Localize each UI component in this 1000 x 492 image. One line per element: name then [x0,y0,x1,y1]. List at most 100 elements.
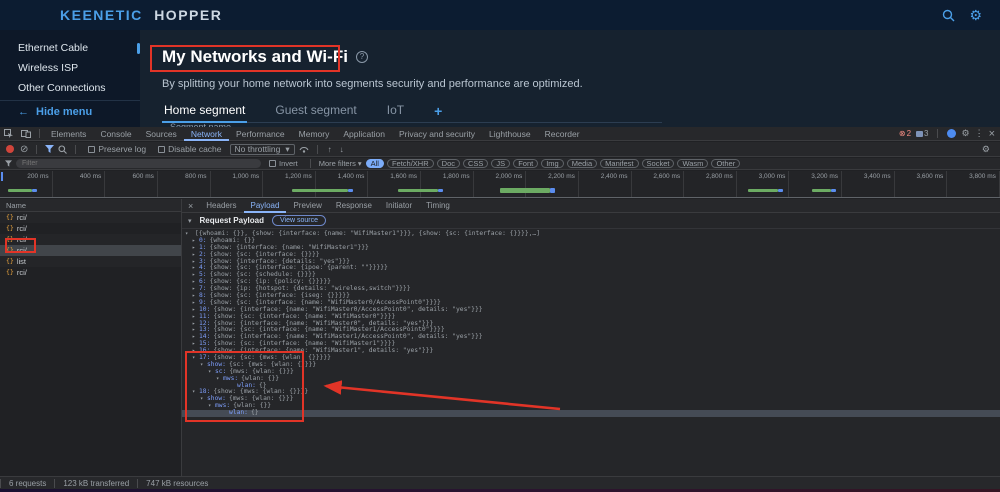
network-search-icon[interactable] [58,145,67,154]
device-toolbar-icon[interactable] [21,129,31,138]
close-detail-icon[interactable]: × [182,201,199,211]
payload-line[interactable]: ▾mws:{wlan: {}} [182,376,1000,383]
issues-badge[interactable]: 3 [916,129,928,138]
network-conditions-icon[interactable] [299,145,309,154]
request-row[interactable]: {} rci/ [0,267,181,278]
expander-icon[interactable]: ▸ [192,259,199,266]
expander-icon[interactable]: ▸ [192,286,199,293]
devtools-tab[interactable]: Memory [292,127,337,141]
segment-tab[interactable]: Guest segment [273,100,358,123]
help-info-icon[interactable]: ? [356,51,368,63]
expander-icon[interactable]: ▸ [192,293,199,300]
network-settings-gear-icon[interactable]: ⚙ [982,144,996,155]
filter-chip[interactable]: Doc [437,159,460,168]
expander-icon[interactable]: ▸ [192,272,199,279]
payload-line[interactable]: ▾sc:{mws: {wlan: {}}} [182,369,1000,376]
segment-tab[interactable]: + [432,100,444,123]
clear-icon[interactable]: ⊘ [20,144,28,155]
request-list-header[interactable]: Name [0,199,181,212]
filter-chip[interactable]: CSS [463,159,488,168]
payload-line[interactable]: ▾mws:{wlan: {}} [182,403,1000,410]
request-row[interactable]: {} rci/ [0,234,181,245]
expander-icon[interactable]: ▸ [192,348,199,355]
devtools-tab[interactable]: Recorder [538,127,587,141]
payload-line[interactable]: ▾18:{show: {mws: {wlan: {}}}} [182,389,1000,396]
expander-icon[interactable]: ▾ [200,396,207,403]
devtools-tab[interactable]: Lighthouse [482,127,538,141]
filter-chip[interactable]: Fetch/XHR [387,159,434,168]
expander-icon[interactable]: ▸ [192,314,199,321]
expander-icon[interactable]: ▸ [192,238,199,245]
expander-icon[interactable]: ▾ [208,369,215,376]
detail-tab[interactable]: Payload [244,199,287,213]
devtools-tab[interactable]: Elements [44,127,93,141]
hide-menu-button[interactable]: ←Hide menu [18,106,92,118]
filter-funnel-icon[interactable] [45,145,54,153]
devtools-tab[interactable]: Performance [229,127,292,141]
filter-input[interactable] [16,159,261,168]
detail-tab[interactable]: Headers [199,199,243,213]
devtools-settings-icon[interactable]: ⚙ [961,128,969,139]
inspect-element-icon[interactable] [4,129,13,138]
network-timeline-overview[interactable]: 200 ms 400 ms 600 ms 800 ms 1,000 ms 1,2… [0,171,1000,198]
expander-icon[interactable]: ▾ [192,355,199,362]
console-errors-badge[interactable]: ⊗2 [899,129,911,138]
request-row[interactable]: {} rci/ [0,245,181,256]
invert-checkbox[interactable]: Invert [269,159,298,168]
devtools-tab[interactable]: Privacy and security [392,127,482,141]
devtools-tab[interactable]: Application [336,127,392,141]
import-har-icon[interactable]: ↑ [328,145,332,154]
segment-tab[interactable]: IoT [385,100,406,123]
segment-tab[interactable]: Home segment [162,100,247,123]
expander-icon[interactable]: ▸ [192,327,199,334]
expander-icon[interactable]: ▸ [192,307,199,314]
filter-chip[interactable]: Media [567,159,597,168]
expander-icon[interactable]: ▾ [192,389,199,396]
expander-icon[interactable]: ▸ [192,334,199,341]
payload-line[interactable]: wlan:{} [182,410,1000,417]
filter-chip[interactable]: Socket [642,159,675,168]
expander-icon[interactable]: ▸ [192,265,199,272]
devtools-close-icon[interactable]: × [989,128,995,140]
detail-tab[interactable]: Preview [286,199,328,213]
more-filters-dropdown[interactable]: More filters▾ [319,159,362,168]
devtools-tab[interactable]: Console [93,127,138,141]
expander-icon[interactable]: ▾ [208,403,215,410]
expander-icon[interactable]: ▸ [192,341,199,348]
chrome-profile-icon[interactable] [947,129,956,138]
expander-icon[interactable]: ▾ [200,362,207,369]
expander-icon[interactable]: ▸ [192,321,199,328]
filter-chip[interactable]: JS [491,159,510,168]
expander-icon[interactable]: ▸ [192,300,199,307]
settings-gear-icon[interactable]: ⚙ [969,8,982,22]
devtools-tab[interactable]: Sources [139,127,184,141]
sidebar-item[interactable]: Ethernet Cable [0,38,140,58]
search-icon[interactable] [942,9,955,22]
filter-chip[interactable]: Manifest [600,159,638,168]
disable-cache-checkbox[interactable]: Disable cache [158,144,221,154]
filter-chip[interactable]: Font [513,159,538,168]
view-source-button[interactable]: View source [272,215,326,226]
sidebar-item[interactable]: Wireless ISP [0,58,140,78]
preserve-log-checkbox[interactable]: Preserve log [88,144,146,154]
export-har-icon[interactable]: ↓ [340,145,344,154]
filter-chip[interactable]: Wasm [677,159,708,168]
expander-icon[interactable]: ▸ [192,252,199,259]
throttling-dropdown[interactable]: No throttling▾ [230,144,295,155]
payload-line[interactable]: ▾show:{mws: {wlan: {}}} [182,396,1000,403]
expander-icon[interactable]: ▾ [185,231,192,238]
record-button[interactable] [6,145,14,153]
detail-tab[interactable]: Initiator [379,199,419,213]
expander-icon[interactable]: ▸ [192,245,199,252]
request-row[interactable]: {} list [0,256,181,267]
devtools-menu-icon[interactable]: ⋮ [975,128,984,139]
filter-chip[interactable]: Img [541,159,564,168]
request-row[interactable]: {} rci/ [0,223,181,234]
sidebar-item[interactable]: Other Connections [0,78,140,98]
expander-icon[interactable]: ▸ [192,279,199,286]
detail-tab[interactable]: Response [329,199,379,213]
filter-chip[interactable]: All [366,159,384,168]
request-row[interactable]: {} rci/ [0,212,181,223]
payload-line[interactable]: ▾show:{sc: {mws: {wlan: {}}}} [182,362,1000,369]
section-expander-icon[interactable]: ▾ [188,217,192,225]
